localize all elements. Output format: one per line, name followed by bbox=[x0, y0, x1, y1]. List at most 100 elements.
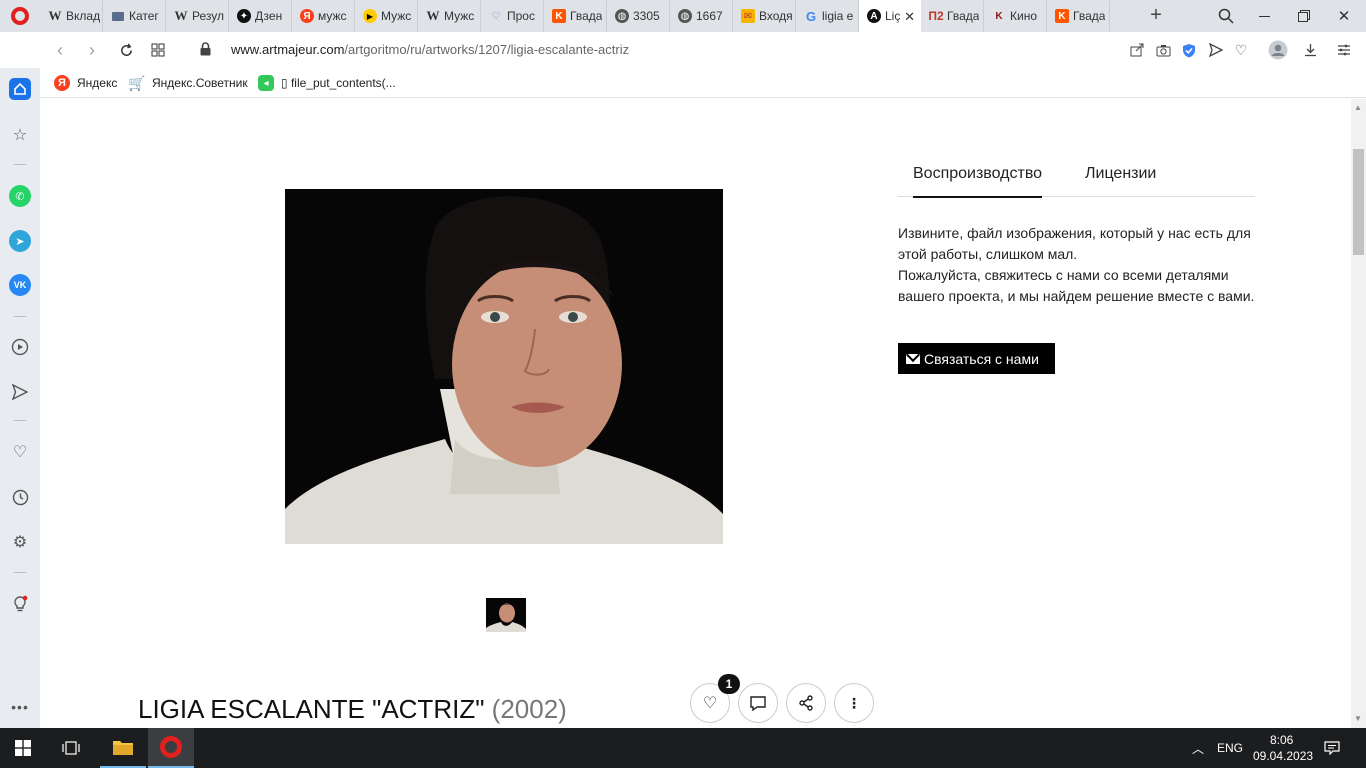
tab-licenses[interactable]: Лицензии bbox=[1085, 165, 1156, 183]
browser-tab[interactable]: W Вклад bbox=[40, 0, 103, 32]
search-tabs-icon[interactable] bbox=[1206, 0, 1246, 32]
windows-logo-icon bbox=[15, 740, 31, 756]
tab-strip: W Вклад Катег W Резул ✦ Дзен Ямужс ▶ Мужс WМ… bbox=[40, 0, 1110, 32]
settings-gear-icon[interactable]: ⚙ bbox=[9, 531, 31, 553]
telegram-icon[interactable]: ➤ bbox=[9, 230, 31, 252]
whatsapp-icon[interactable]: ✆ bbox=[9, 185, 31, 207]
lightbulb-icon[interactable] bbox=[9, 593, 31, 615]
speed-dial-icon[interactable] bbox=[146, 38, 170, 62]
browser-tab[interactable]: П2 Гвада bbox=[921, 0, 984, 32]
easy-setup-icon[interactable] bbox=[1334, 40, 1354, 60]
sidebar-divider bbox=[14, 164, 26, 165]
artmajeur-icon: A bbox=[867, 9, 881, 23]
artwork-thumbnail[interactable] bbox=[486, 598, 526, 632]
browser-tab[interactable]: Gligia e bbox=[796, 0, 859, 32]
portrait-artwork bbox=[285, 189, 723, 544]
share-button[interactable] bbox=[786, 683, 826, 723]
likes-count-badge: 1 bbox=[718, 674, 740, 694]
opera-logo-icon bbox=[160, 736, 182, 758]
browser-tab[interactable]: ✦ Дзен bbox=[229, 0, 292, 32]
windows-start-button[interactable] bbox=[0, 728, 46, 768]
downloads-icon[interactable] bbox=[1300, 40, 1320, 60]
reproduction-tabs: Воспроизводство Лицензии bbox=[898, 159, 1255, 198]
vpn-shield-icon[interactable] bbox=[1179, 40, 1199, 60]
restore-button[interactable] bbox=[1284, 0, 1324, 32]
camera-icon[interactable] bbox=[1153, 40, 1173, 60]
browser-tab[interactable]: W Резул bbox=[166, 0, 229, 32]
clock-time[interactable]: 8:06 bbox=[1270, 733, 1293, 747]
scroll-down-arrow-icon[interactable]: ▼ bbox=[1354, 714, 1362, 723]
sidebar-divider bbox=[14, 316, 26, 317]
send-icon[interactable] bbox=[1206, 40, 1226, 60]
vk-icon[interactable]: VK bbox=[9, 274, 31, 296]
browser-tab[interactable]: Катег bbox=[103, 0, 166, 32]
page-content: Воспроизводство Лицензии Извините, файл … bbox=[40, 99, 1351, 728]
scroll-up-arrow-icon[interactable]: ▲ bbox=[1354, 103, 1362, 112]
profile-avatar-icon[interactable] bbox=[1268, 40, 1288, 60]
history-clock-icon[interactable] bbox=[9, 486, 31, 508]
browser-tab[interactable]: ◍ 1667 bbox=[670, 0, 733, 32]
home-icon[interactable] bbox=[9, 78, 31, 100]
bookmarks-bar: Я Яндекс 🛒 Яндекс.Советник ◂ ▯ file_put_con… bbox=[0, 68, 1366, 98]
player-icon[interactable] bbox=[9, 336, 31, 358]
browser-tab[interactable]: W Мужс bbox=[418, 0, 481, 32]
comment-button[interactable] bbox=[738, 683, 778, 723]
artwork-image[interactable] bbox=[285, 189, 723, 544]
more-dots-icon[interactable]: ••• bbox=[9, 696, 31, 718]
close-window-button[interactable]: ✕ bbox=[1324, 0, 1364, 32]
heart-icon[interactable]: ♡ bbox=[9, 441, 31, 463]
notifications-button[interactable] bbox=[1312, 728, 1352, 768]
back-icon[interactable]: ‹ bbox=[48, 38, 72, 62]
notice-text-1: Извините, файл изображения, который у на… bbox=[898, 225, 1251, 262]
heart-bookmark-icon[interactable]: ♡ bbox=[1231, 40, 1251, 60]
portrait-thumbnail bbox=[486, 598, 526, 632]
kinopoisk-icon: K bbox=[552, 9, 566, 23]
page-scrollbar[interactable]: ▲ ▼ bbox=[1351, 99, 1366, 728]
browser-tab[interactable]: ▶ Мужс bbox=[355, 0, 418, 32]
browser-tab[interactable]: ♡ Прос bbox=[481, 0, 544, 32]
minimize-button[interactable] bbox=[1244, 0, 1284, 32]
browser-tab[interactable]: Ямужс bbox=[292, 0, 355, 32]
share-icon bbox=[799, 695, 813, 711]
wikipedia-icon: W bbox=[174, 8, 188, 23]
browser-tab[interactable]: ◍ 3305 bbox=[607, 0, 670, 32]
file-explorer-button[interactable] bbox=[100, 728, 146, 768]
browser-tab[interactable]: ✉ Входя bbox=[733, 0, 796, 32]
share-page-icon[interactable] bbox=[1127, 40, 1147, 60]
reload-icon[interactable] bbox=[114, 38, 138, 62]
tab-reproduction[interactable]: Воспроизводство bbox=[913, 165, 1043, 198]
clock-date[interactable]: 09.04.2023 bbox=[1253, 749, 1313, 763]
kinopoisk-icon: K bbox=[1055, 9, 1069, 23]
opera-menu-button[interactable] bbox=[4, 2, 36, 30]
new-tab-button[interactable]: + bbox=[1145, 4, 1167, 28]
lock-icon[interactable] bbox=[200, 42, 211, 56]
flow-send-icon[interactable] bbox=[9, 381, 31, 403]
browser-tab[interactable]: K Кино bbox=[984, 0, 1047, 32]
scrollbar-thumb[interactable] bbox=[1353, 149, 1364, 255]
bookmark-yandex-sovetnik[interactable]: 🛒 Яндекс.Советник bbox=[128, 75, 247, 91]
monitor-icon bbox=[111, 9, 125, 23]
sidebar-divider bbox=[14, 572, 26, 573]
contact-us-button[interactable]: Связаться с нами bbox=[898, 343, 1055, 374]
heart-icon: ♡ bbox=[491, 10, 501, 22]
more-options-button[interactable]: ⋮ bbox=[834, 683, 874, 723]
opera-sidebar: ☆ ✆ ➤ VK ♡ ⚙ ••• bbox=[0, 68, 40, 728]
tab-bar: W Вклад Катег W Резул ✦ Дзен Ямужс ▶ Мужс WМ… bbox=[0, 0, 1366, 32]
url-field[interactable]: www.artmajeur.com/artgoritmo/ru/artworks… bbox=[231, 42, 629, 57]
globe-icon: ◍ bbox=[678, 9, 692, 23]
language-indicator[interactable]: ENG bbox=[1217, 741, 1243, 755]
browser-tab-active[interactable]: A Liç ✕ bbox=[859, 0, 921, 32]
browser-tab[interactable]: K Гвада bbox=[544, 0, 607, 32]
close-tab-icon[interactable]: ✕ bbox=[904, 9, 915, 25]
star-icon[interactable]: ☆ bbox=[9, 124, 31, 146]
browser-tab[interactable]: K Гвада bbox=[1047, 0, 1110, 32]
tray-chevron-up-icon[interactable]: ︿ bbox=[1192, 740, 1204, 757]
mail-icon: ✉ bbox=[741, 9, 755, 23]
bookmark-yandex[interactable]: Я Яндекс bbox=[54, 75, 117, 91]
opera-taskbar-button[interactable] bbox=[148, 728, 194, 768]
task-view-button[interactable] bbox=[48, 728, 94, 768]
wikipedia-icon: W bbox=[48, 8, 62, 23]
forward-icon[interactable]: › bbox=[80, 38, 104, 62]
bookmark-file-put-contents[interactable]: ◂ ▯ file_put_contents(... bbox=[258, 75, 396, 91]
wikipedia-icon: W bbox=[426, 8, 440, 23]
